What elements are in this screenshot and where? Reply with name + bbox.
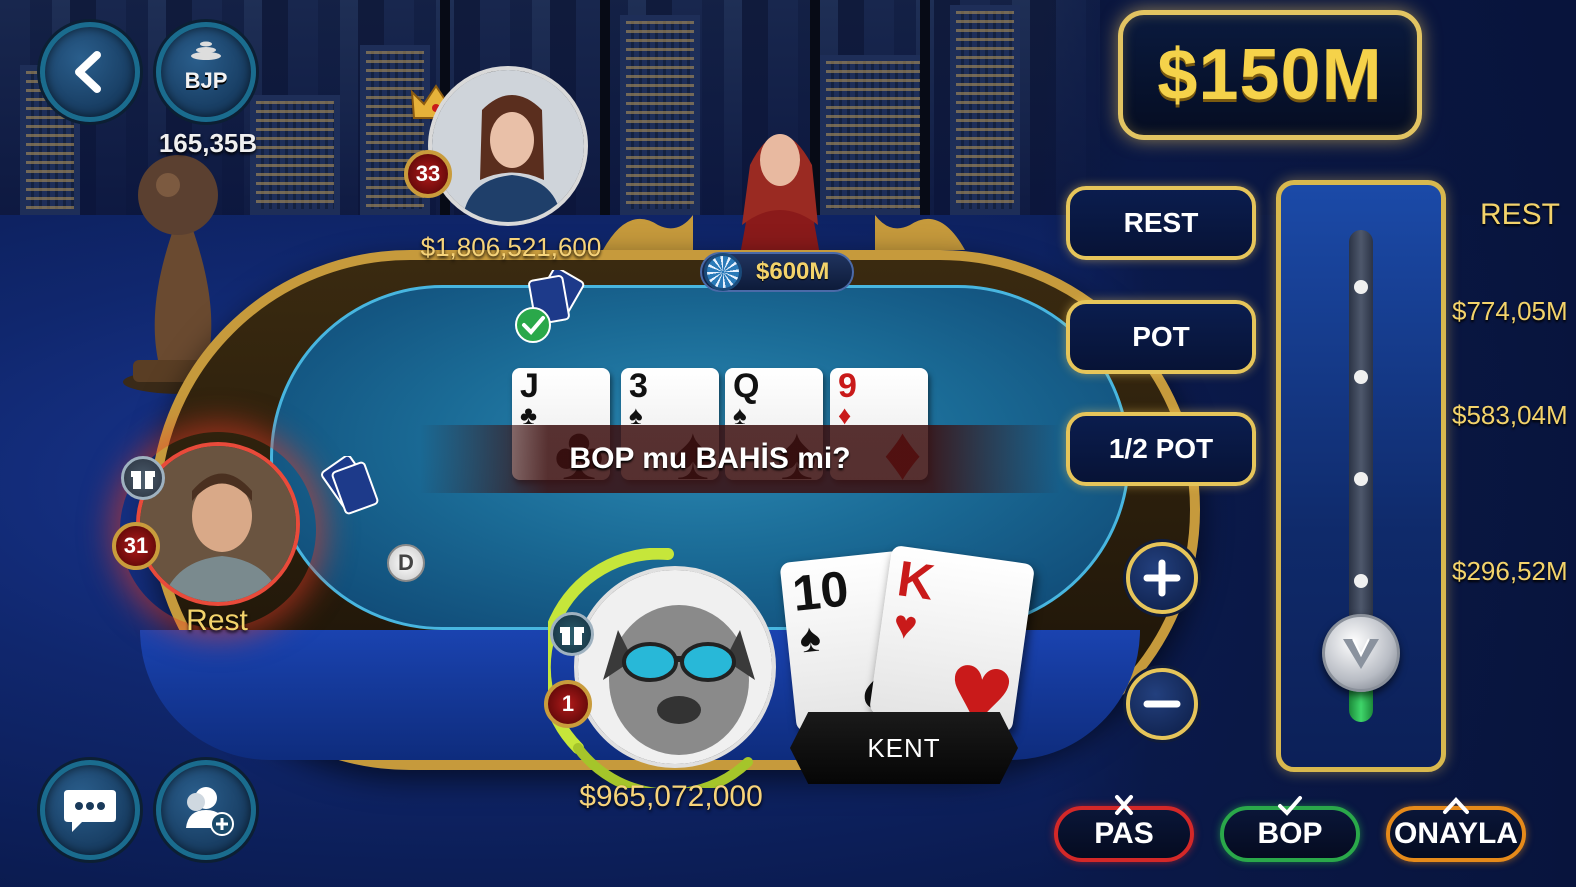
top-player-level: 33 — [415, 161, 441, 186]
slider-label-low: $296,52M — [1452, 556, 1568, 586]
pot-display: $600M — [700, 252, 854, 292]
card-suit: ♥ — [890, 601, 921, 649]
confirm-label: ONAYLA — [1394, 817, 1518, 850]
card-rank: 10 — [789, 560, 852, 622]
chat-button[interactable] — [40, 760, 140, 860]
add-friend-button[interactable] — [156, 760, 256, 860]
check-label: BOP — [1257, 817, 1323, 850]
card-rank: Q — [733, 368, 760, 405]
slider-stop-dot[interactable] — [1354, 472, 1368, 486]
left-player-level: 31 — [123, 533, 149, 558]
fold-label: PAS — [1094, 817, 1154, 850]
confirm-bet-button[interactable]: ONAYLA — [1386, 797, 1526, 862]
top-player-avatar[interactable] — [428, 66, 588, 226]
top-player-level-badge: 33 — [404, 150, 452, 198]
top-player-money: $1,806,521,600 — [420, 232, 602, 262]
self-player-level-badge: 1 — [544, 680, 592, 728]
bet-amount: $150M — [1157, 35, 1383, 115]
dealer-avatar — [740, 134, 820, 255]
slider-stop-dot[interactable] — [1354, 370, 1368, 384]
left-player-level-badge: 31 — [112, 522, 160, 570]
chat-icon — [64, 790, 116, 832]
add-friend-icon — [186, 787, 234, 836]
chevron-up-icon — [1443, 797, 1469, 814]
left-player-cards — [321, 456, 379, 515]
left-player-status: Rest — [186, 604, 248, 637]
slider-label-mid: $583,04M — [1452, 400, 1568, 430]
hole-card: K ♥ ♥ — [868, 544, 1036, 734]
bet-amount-display: $150M — [1118, 10, 1422, 140]
chip-icon — [704, 253, 742, 291]
plus-icon — [1143, 559, 1181, 597]
check-button[interactable]: BOP — [1220, 796, 1360, 862]
slider-stop-dot[interactable] — [1354, 280, 1368, 294]
slider-stop-dot[interactable] — [1354, 574, 1368, 588]
dragon-ornament-right — [875, 215, 965, 250]
self-player-gift-button[interactable] — [550, 612, 594, 656]
pot-amount: $600M — [756, 258, 830, 285]
left-player-gift-button[interactable] — [121, 456, 165, 500]
close-icon — [1115, 795, 1133, 815]
bet-preset-pot-button[interactable]: POT — [1066, 300, 1256, 374]
self-player-level: 1 — [561, 691, 575, 716]
hand-rank-text: KENT — [867, 732, 941, 763]
bjp-amount: 165,35B — [158, 128, 258, 158]
bet-slider-thumb[interactable] — [1322, 614, 1400, 692]
bet-preset-all-in-button[interactable]: REST — [1066, 186, 1256, 260]
self-player-money: $965,072,000 — [579, 780, 763, 813]
bet-preset-half-pot-button[interactable]: 1/2 POT — [1066, 412, 1256, 486]
gift-icon — [131, 471, 155, 489]
dealer-button-marker: D — [387, 544, 425, 582]
action-prompt-banner: BOP mu BAHİS mi? — [420, 425, 1060, 493]
bjp-label: BJP — [184, 68, 228, 93]
check-mark-icon — [1278, 796, 1302, 816]
action-prompt-text: BOP mu BAHİS mi? — [569, 442, 851, 475]
slider-logo-icon — [1343, 638, 1379, 669]
bjp-jackpot-icon — [191, 41, 221, 60]
check-mark-icon — [515, 307, 551, 343]
minus-icon — [1143, 700, 1181, 708]
self-player-avatar[interactable] — [574, 566, 776, 768]
slider-label-high: $774,05M — [1452, 296, 1568, 326]
card-rank: 9 — [838, 368, 857, 405]
card-rank: K — [894, 550, 938, 611]
card-rank: 3 — [629, 368, 648, 405]
gift-icon — [560, 627, 584, 645]
hand-rank-label: KENT — [790, 712, 1018, 784]
back-arrow-icon — [75, 51, 101, 93]
slider-label-all-in: REST — [1480, 198, 1561, 231]
decrease-bet-button[interactable] — [1126, 668, 1198, 740]
bjp-jackpot-button[interactable]: BJP — [156, 22, 256, 122]
back-button[interactable] — [40, 22, 140, 122]
dealer-label: D — [398, 550, 414, 575]
card-rank: J — [520, 368, 539, 405]
card-suit: ♠ — [797, 615, 823, 662]
increase-bet-button[interactable] — [1126, 542, 1198, 614]
fold-button[interactable]: PAS — [1054, 795, 1194, 862]
